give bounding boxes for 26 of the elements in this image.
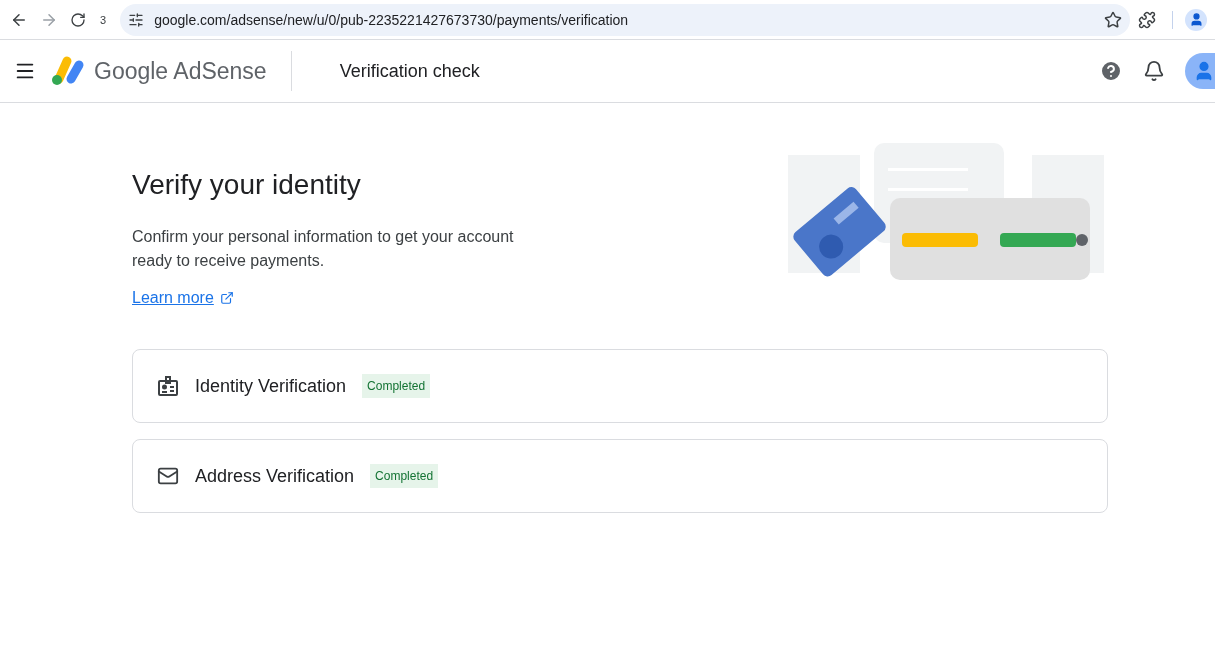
verification-card[interactable]: Identity Verification Completed [132,349,1108,423]
description-text: Confirm your personal information to get your account ready to receive payments. [132,227,515,271]
address-bar[interactable]: google.com/adsense/new/u/0/pub-2235221427673730/payments/verification [120,3,1130,36]
bookmark-star-icon[interactable] [1104,10,1122,29]
reload-icon[interactable] [70,11,86,28]
help-icon[interactable] [1099,59,1123,83]
status-badge: Completed [370,464,439,488]
learn-more-link[interactable]: Learn more [132,289,234,307]
profile-avatar[interactable] [1185,8,1207,31]
page-title: Verification check [339,60,481,82]
verification-card[interactable]: Address Verification Completed [132,439,1108,513]
extensions-puzzle-icon[interactable] [1138,10,1156,29]
url-text: google.com/adsense/new/u/0/pub-2235221427673730/payments/verification [154,11,630,28]
status-badge: Completed [362,374,431,398]
verification-label: Address Verification [195,465,355,487]
product-name: Google AdSense [94,57,267,85]
tab-count: 3 [100,13,107,26]
adsense-logo-icon [50,55,86,87]
verification-label: Identity Verification [195,375,347,397]
external-link-icon [219,291,234,305]
account-avatar[interactable] [1185,53,1215,89]
heading: Verify your identity [132,169,362,201]
site-info-icon[interactable] [128,11,145,28]
id-badge-icon [157,375,179,397]
mail-icon [157,465,179,487]
notifications-bell-icon[interactable] [1143,60,1165,82]
